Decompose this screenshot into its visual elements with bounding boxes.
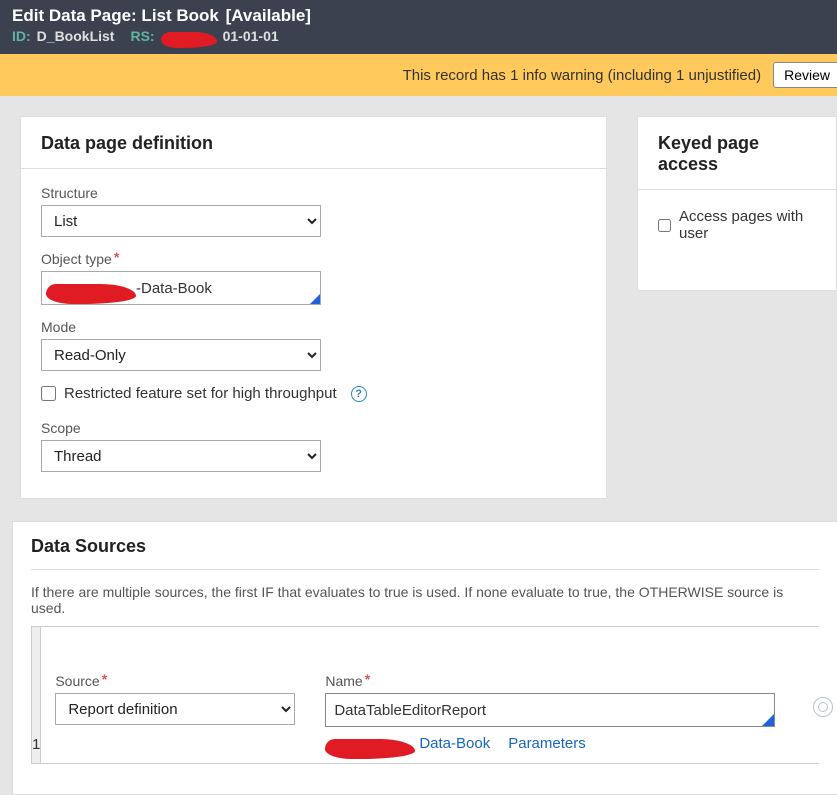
source-column: Source Report definition: [55, 673, 295, 725]
parameters-link[interactable]: Parameters: [508, 735, 586, 752]
autocomplete-corner-icon: [762, 714, 774, 726]
redacted-object-prefix: [46, 284, 136, 304]
definition-body: Structure List Object type -Data-Book Mo…: [21, 169, 606, 498]
data-sources-grid: 1 Source Report definition Name DataTabl…: [31, 626, 819, 764]
access-checkbox[interactable]: [658, 218, 671, 233]
rs-label: RS:: [130, 28, 154, 44]
source-label: Source: [55, 673, 295, 689]
rs-suffix: 01-01-01: [223, 28, 279, 44]
source-links-row: Data-Book Parameters: [325, 733, 775, 753]
mode-label: Mode: [41, 319, 586, 335]
restricted-label: Restricted feature set for high throughp…: [64, 385, 337, 402]
availability-badge: [Available]: [226, 6, 311, 25]
restricted-row: Restricted feature set for high throughp…: [41, 385, 586, 402]
page-title: Data Page: List Book: [49, 6, 219, 25]
help-icon[interactable]: ?: [351, 386, 367, 402]
name-input[interactable]: DataTableEditorReport: [325, 693, 775, 727]
structure-select[interactable]: List: [41, 205, 321, 237]
main-columns: Data page definition Structure List Obje…: [0, 96, 837, 499]
structure-label: Structure: [41, 185, 586, 201]
keyed-access-panel: Keyed page access Access pages with user: [637, 116, 837, 291]
data-sources-heading: Data Sources: [31, 536, 819, 570]
review-button[interactable]: Review: [773, 62, 837, 88]
page-header: Edit Data Page: List Book [Available] ID…: [0, 0, 837, 54]
name-column: Name DataTableEditorReport Data-Book Par…: [325, 673, 775, 753]
target-icon[interactable]: [813, 697, 833, 717]
structure-field: Structure List: [41, 185, 586, 237]
id-label: ID:: [12, 28, 31, 44]
scope-label: Scope: [41, 420, 586, 436]
data-book-link[interactable]: Data-Book: [419, 735, 490, 752]
object-type-value: -Data-Book: [136, 280, 212, 297]
keyed-body: Access pages with user: [638, 190, 836, 260]
name-label: Name: [325, 673, 775, 689]
source-select[interactable]: Report definition: [55, 693, 295, 725]
warning-text: This record has 1 info warning (includin…: [403, 67, 762, 84]
definition-heading: Data page definition: [21, 117, 606, 169]
data-sources-note: If there are multiple sources, the first…: [31, 584, 819, 616]
object-type-input[interactable]: -Data-Book: [41, 271, 321, 305]
mode-select[interactable]: Read-Only: [41, 339, 321, 371]
object-type-field: Object type -Data-Book: [41, 251, 586, 305]
edit-label: Edit: [12, 6, 44, 25]
mode-field: Mode Read-Only: [41, 319, 586, 371]
object-type-label: Object type: [41, 251, 586, 267]
definition-panel: Data page definition Structure List Obje…: [20, 116, 607, 499]
page-title-row: Edit Data Page: List Book [Available]: [12, 6, 825, 26]
scope-select[interactable]: Thread: [41, 440, 321, 472]
access-label: Access pages with user: [679, 208, 816, 242]
header-subrow: ID: D_BookList RS: 01-01-01: [12, 28, 825, 44]
redacted-class-prefix: [325, 739, 415, 759]
scope-field: Scope Thread: [41, 420, 586, 472]
warning-bar: This record has 1 info warning (includin…: [0, 54, 837, 96]
source-row-number: 1: [32, 627, 41, 763]
name-value: DataTableEditorReport: [334, 702, 486, 719]
keyed-heading: Keyed page access: [638, 117, 836, 190]
autocomplete-corner-icon: [310, 294, 320, 304]
restricted-checkbox[interactable]: [41, 386, 56, 401]
source-row-content: Source Report definition Name DataTableE…: [41, 627, 837, 763]
id-value: D_BookList: [37, 28, 115, 44]
access-row: Access pages with user: [658, 208, 816, 242]
redacted-rs: [161, 32, 217, 48]
